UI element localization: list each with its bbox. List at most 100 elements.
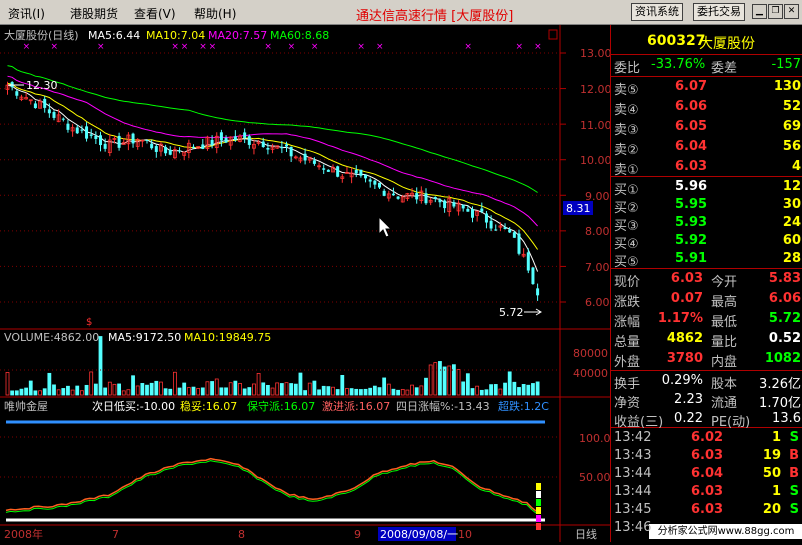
minimize-icon[interactable]: ▁: [752, 4, 767, 19]
sell-volume: 4: [791, 159, 801, 174]
ma5-label: MA5:6.44: [88, 29, 140, 42]
volume-bar: [279, 383, 284, 396]
candle-body: [266, 148, 270, 150]
signal-marker-icon: ×: [311, 42, 319, 52]
candle-body: [89, 134, 93, 136]
volume-bar: [66, 385, 70, 396]
buy-volume: 60: [782, 233, 801, 248]
sell-volume: 52: [782, 99, 801, 114]
volume-bar: [289, 383, 294, 396]
volume-bar: [210, 381, 215, 396]
candle-body: [99, 135, 102, 146]
quote-label: 外盘: [614, 355, 641, 370]
quote-row-2: 涨幅 1.17% 最低 5.72: [611, 309, 802, 330]
candle-body: [145, 139, 149, 141]
kline-chart-svg[interactable]: × × × × × × × × × × × × × × × 大厦股份(日线) MA5:6.44 MA10:7…: [0, 25, 612, 542]
trade-button[interactable]: 委托交易: [693, 3, 745, 21]
candle-body: [219, 132, 223, 141]
candle-body: [52, 112, 56, 118]
volume-bar: [163, 388, 168, 396]
tick-side: S: [789, 430, 799, 445]
buy-label: 买⑤: [614, 255, 639, 270]
volume-bar: [131, 375, 135, 396]
volume-bar: [265, 384, 270, 396]
candle-body: [285, 144, 288, 147]
signal-marker-icon: ×: [464, 42, 472, 52]
indicator-steady: 稳妥:16.07: [180, 399, 237, 413]
candle-body: [131, 133, 135, 144]
menu-hk-futures[interactable]: 港股期货: [70, 5, 118, 22]
volume-bar: [470, 388, 475, 396]
tick-side: B: [789, 466, 799, 481]
volume-bar: [182, 382, 187, 396]
signal-marker-icon: ×: [534, 42, 542, 52]
volume-bar: [451, 364, 456, 396]
volume-bar: [10, 390, 15, 396]
candle-body: [396, 196, 400, 199]
volume-bar: [368, 387, 373, 396]
candle-body: [312, 160, 316, 164]
sell-label: 卖①: [614, 163, 639, 178]
sell-volume: 69: [782, 119, 801, 134]
quote-value: 6.03: [670, 271, 703, 286]
indicator-signal-bar: [536, 491, 541, 498]
tick-time: 13:44: [614, 466, 652, 481]
candle-body: [471, 209, 474, 218]
high-label: 12.30: [26, 79, 58, 92]
tick-price: 6.03: [691, 484, 724, 499]
tick-time: 13:43: [614, 448, 652, 463]
quote-label: 今开: [711, 275, 738, 290]
candle-body: [364, 174, 368, 179]
candle-body: [443, 200, 447, 209]
volume-bar: [479, 389, 484, 396]
volume-bar: [242, 388, 247, 396]
menu-bar: 资讯(I) 港股期货 查看(V) 帮助(H) 通达信高速行情 [大厦股份] 资讯…: [0, 0, 802, 25]
news-system-button[interactable]: 资讯系统: [631, 3, 683, 21]
webi-value: -33.76%: [651, 57, 706, 72]
quote-label: 总量: [614, 335, 641, 350]
candle-body: [80, 129, 84, 131]
volume-bar: [293, 383, 298, 396]
menu-news[interactable]: 资讯(I): [8, 5, 45, 22]
candle-body: [368, 179, 372, 182]
candle-body: [526, 252, 530, 271]
indicator-signal-bar: [536, 507, 541, 514]
sell-label: 卖②: [614, 143, 639, 158]
volume-bar: [396, 389, 401, 396]
candle-body: [47, 109, 51, 114]
volume-ma5: MA5:9172.50: [108, 331, 181, 344]
x-label-7: 7: [112, 528, 119, 541]
volume-bar: [340, 374, 345, 396]
volume-bar: [424, 377, 428, 396]
indicator-oversold: 超跌:1.2C: [498, 399, 549, 413]
volume-bar: [52, 384, 56, 396]
volume-bar: [233, 380, 238, 396]
tick-row: 13:43 6.03 19 B: [611, 446, 802, 466]
indicator-name: 唯帅金屋: [4, 399, 48, 413]
volume-bar: [317, 389, 321, 396]
candle-body: [280, 146, 284, 149]
volume-bar: [168, 388, 173, 396]
quote-label: 最低: [711, 315, 738, 330]
volume-bar: [145, 384, 149, 396]
candle-body: [494, 229, 498, 231]
period-label[interactable]: 日线: [575, 527, 597, 541]
sell-row-3: 卖③ 6.05 69: [611, 117, 802, 138]
tick-volume: 19: [762, 448, 781, 463]
quote-value: 0.52: [768, 331, 801, 346]
quote-label: 涨跌: [614, 295, 641, 310]
quote-row-1: 涨跌 0.07 最高 6.06: [611, 289, 802, 310]
volume-bar: [484, 389, 489, 396]
menu-help[interactable]: 帮助(H): [194, 5, 236, 22]
fin-row-1: 净资 2.23 流通 1.70亿: [611, 390, 802, 411]
tick-row: 13:44 6.04 50 B: [611, 464, 802, 484]
close-icon[interactable]: ✕: [784, 4, 799, 19]
signal-marker-icon: ×: [516, 42, 524, 52]
volume-bar: [363, 388, 368, 396]
menu-view[interactable]: 查看(V): [134, 5, 176, 22]
candle-body: [261, 141, 265, 148]
volume-bar: [465, 373, 470, 396]
candle-body: [15, 91, 19, 96]
restore-icon[interactable]: ❐: [768, 4, 783, 19]
chart-area[interactable]: × × × × × × × × × × × × × × × 大厦股份(日线) MA5:6.44 MA10:7…: [0, 25, 612, 542]
